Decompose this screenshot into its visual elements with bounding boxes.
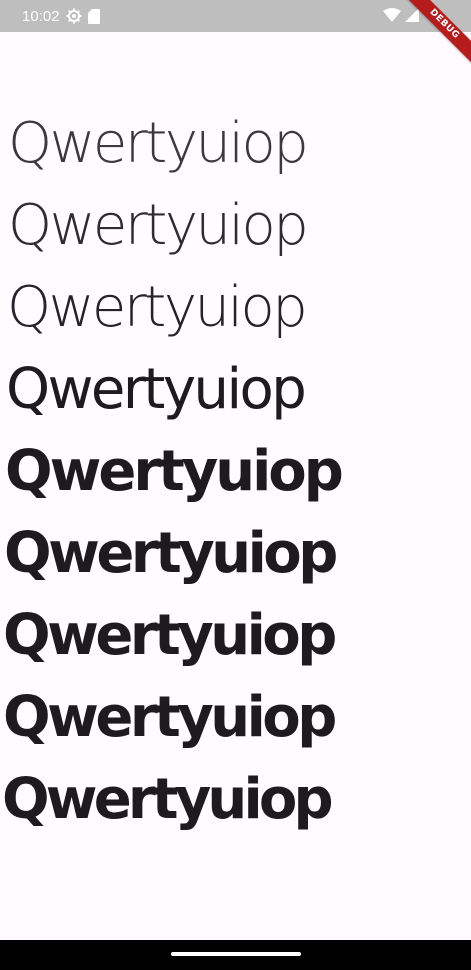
font-sample-weight-500: Qwertyuiop — [5, 439, 344, 504]
font-sample-weight-200: Qwertyuiop — [8, 193, 309, 258]
sd-card-icon — [87, 8, 100, 24]
font-sample-weight-400: Qwertyuiop — [6, 357, 307, 422]
debug-banner-label: DEBUG — [399, 0, 471, 69]
font-weight-sample-list: Qwertyuiop Qwertyuiop Qwertyuiop Qwertyu… — [0, 108, 471, 846]
font-sample-weight-800: Qwertyuiop — [3, 685, 337, 750]
system-navigation-bar — [0, 940, 471, 970]
font-sample-weight-900: Qwertyuiop — [2, 767, 334, 832]
status-bar-left: 10:02 — [22, 0, 100, 32]
home-gesture-handle[interactable] — [171, 952, 301, 956]
font-sample-weight-100: Qwertyuiop — [8, 111, 309, 176]
font-sample-weight-700: Qwertyuiop — [3, 603, 337, 668]
debug-banner: DEBUG — [399, 0, 471, 72]
settings-icon — [66, 8, 82, 24]
status-time: 10:02 — [22, 7, 60, 25]
font-sample-weight-600: Qwertyuiop — [4, 521, 338, 586]
font-sample-weight-300: Qwertyuiop — [7, 275, 308, 340]
